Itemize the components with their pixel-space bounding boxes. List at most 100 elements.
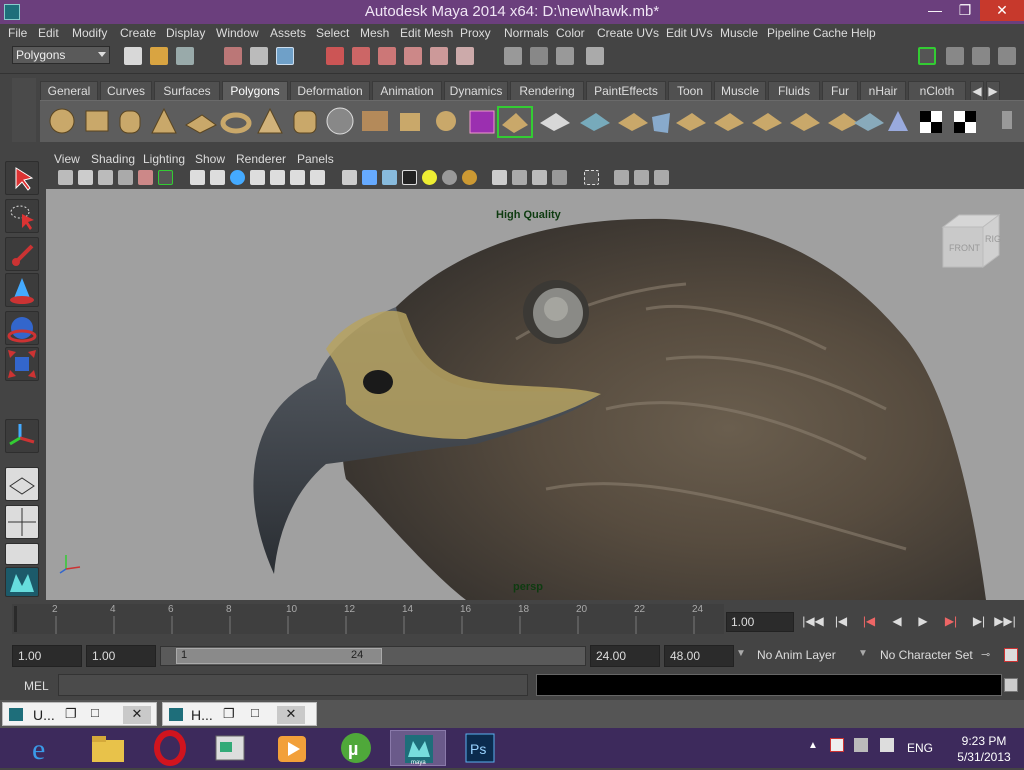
restore-icon[interactable]: ❐ xyxy=(223,706,235,722)
panel-menu-show[interactable]: Show xyxy=(195,152,225,166)
panel-menu-renderer[interactable]: Renderer xyxy=(236,152,286,166)
smooth-shade-icon[interactable] xyxy=(362,170,377,185)
command-language-label[interactable]: MEL xyxy=(24,679,49,693)
insert-edge-loop-icon[interactable] xyxy=(652,113,670,133)
select-camera-icon[interactable] xyxy=(58,170,73,185)
bookmarks-icon[interactable] xyxy=(98,170,113,185)
go-to-end-button[interactable]: ▶▶| xyxy=(994,614,1016,632)
render-frame-icon[interactable] xyxy=(504,47,522,65)
action-center-icon[interactable] xyxy=(830,738,844,752)
range-slider[interactable]: 1 24 xyxy=(160,646,586,666)
single-perspective-layout-icon[interactable] xyxy=(5,467,39,501)
animation-preferences-icon[interactable] xyxy=(1004,648,1018,662)
2d-pan-zoom-icon[interactable] xyxy=(158,170,173,185)
camera-attributes-icon[interactable] xyxy=(78,170,93,185)
opera-icon[interactable] xyxy=(142,730,198,766)
render-settings-icon[interactable] xyxy=(556,47,574,65)
step-forward-frame-button[interactable]: ▶| xyxy=(968,614,990,632)
poly-sphere-icon[interactable] xyxy=(49,108,75,134)
extrude-icon[interactable] xyxy=(497,106,533,138)
panel-menu-lighting[interactable]: Lighting xyxy=(143,152,185,166)
checker-icon[interactable] xyxy=(920,111,942,133)
system-clock[interactable]: 9:23 PM 5/31/2013 xyxy=(948,733,1020,765)
playback-end-field[interactable]: 24.00 xyxy=(590,645,660,667)
show-hidden-icons-icon[interactable]: ▲ xyxy=(808,740,818,751)
restore-icon[interactable]: ❐ xyxy=(65,706,77,722)
play-backwards-button[interactable]: ◀ xyxy=(886,614,908,632)
snap-curve-icon[interactable] xyxy=(352,47,370,65)
network-icon[interactable] xyxy=(854,738,868,752)
menu-modify[interactable]: Modify xyxy=(72,24,107,42)
minimize-button[interactable]: — xyxy=(920,0,950,21)
panel-menu-view[interactable]: View xyxy=(54,152,80,166)
lasso-tool-icon[interactable] xyxy=(5,199,39,233)
menu-file[interactable]: File xyxy=(8,24,27,42)
minimized-window[interactable]: U... ❐ □ ✕ xyxy=(2,702,157,726)
film-gate-icon[interactable] xyxy=(210,170,225,185)
bevel-icon[interactable] xyxy=(828,113,858,131)
maximize-icon[interactable]: □ xyxy=(91,705,99,720)
step-back-frame-button[interactable]: |◀ xyxy=(830,614,852,632)
xray-joints-icon[interactable] xyxy=(614,170,629,185)
new-scene-icon[interactable] xyxy=(124,47,142,65)
scale-tool-icon[interactable] xyxy=(5,347,39,381)
tab-polygons[interactable]: Polygons xyxy=(222,81,288,100)
viewcube[interactable]: FRONT RIGHT xyxy=(939,209,1014,269)
menu-edit[interactable]: Edit xyxy=(38,24,59,42)
end-time-field[interactable]: 48.00 xyxy=(664,645,734,667)
photoshop-icon[interactable]: Ps xyxy=(452,730,508,766)
select-tool-icon[interactable] xyxy=(5,161,39,195)
anim-layer-dropdown[interactable]: No Anim Layer xyxy=(752,645,852,667)
shadows-icon[interactable] xyxy=(442,170,457,185)
menu-mesh[interactable]: Mesh xyxy=(360,24,389,42)
menu-edit-uvs[interactable]: Edit UVs xyxy=(666,24,713,42)
split-icon[interactable] xyxy=(618,113,648,131)
xray-active-icon[interactable] xyxy=(634,170,649,185)
minimized-window[interactable]: H... ❐ □ ✕ xyxy=(162,702,317,726)
shelf-scroll-right-button[interactable]: ▶ xyxy=(986,81,1000,100)
uv-editor-icon[interactable] xyxy=(888,111,908,131)
play-forwards-button[interactable]: ▶ xyxy=(912,614,934,632)
input-language[interactable]: ENG xyxy=(907,741,933,755)
close-button[interactable]: ✕ xyxy=(980,0,1024,21)
ambient-occlusion-icon[interactable] xyxy=(462,170,477,185)
field-chart-icon[interactable] xyxy=(270,170,285,185)
select-hierarchy-icon[interactable] xyxy=(224,47,242,65)
menu-normals[interactable]: Normals xyxy=(504,24,549,42)
attribute-editor-icon[interactable] xyxy=(946,47,964,65)
append-icon[interactable] xyxy=(580,113,610,131)
menu-assets[interactable]: Assets xyxy=(270,24,306,42)
tab-rendering[interactable]: Rendering xyxy=(510,81,584,100)
history-icon[interactable] xyxy=(456,47,474,65)
merge-icon[interactable] xyxy=(752,113,782,131)
tab-surfaces[interactable]: Surfaces xyxy=(154,81,220,100)
media-player-icon[interactable] xyxy=(264,730,320,766)
volume-icon[interactable] xyxy=(880,738,894,752)
poly-torus-icon[interactable] xyxy=(220,112,252,134)
hypershade-icon[interactable] xyxy=(586,47,604,65)
character-set-dropdown[interactable]: No Character Set xyxy=(875,645,975,667)
menu-display[interactable]: Display xyxy=(166,24,205,42)
planar-mapping-icon[interactable] xyxy=(854,113,884,131)
tab-deformation[interactable]: Deformation xyxy=(290,81,370,100)
tab-curves[interactable]: Curves xyxy=(100,81,152,100)
channel-box-icon[interactable] xyxy=(998,47,1016,65)
menu-edit-mesh[interactable]: Edit Mesh xyxy=(400,24,453,42)
textured-icon[interactable] xyxy=(402,170,417,185)
document-app-icon[interactable] xyxy=(202,730,258,766)
perspective-viewport[interactable]: High Quality persp FRONT RIGHT xyxy=(46,189,1024,600)
show-modeling-toolkit-icon[interactable] xyxy=(918,47,936,65)
file-explorer-icon[interactable] xyxy=(80,730,136,766)
tab-animation[interactable]: Animation xyxy=(372,81,442,100)
safe-title-icon[interactable] xyxy=(310,170,325,185)
grid-icon[interactable] xyxy=(190,170,205,185)
utorrent-icon[interactable]: µ xyxy=(328,730,384,766)
depth-of-field-icon[interactable] xyxy=(532,170,547,185)
close-icon[interactable]: ✕ xyxy=(277,706,305,724)
chevron-down-icon[interactable]: ▼ xyxy=(736,648,746,659)
snap-view-plane-icon[interactable] xyxy=(404,47,422,65)
menu-help[interactable]: Help xyxy=(851,24,876,42)
multisample-aa-icon[interactable] xyxy=(512,170,527,185)
menu-set-dropdown[interactable]: Polygons xyxy=(12,46,110,64)
grease-pencil-icon[interactable] xyxy=(138,170,153,185)
